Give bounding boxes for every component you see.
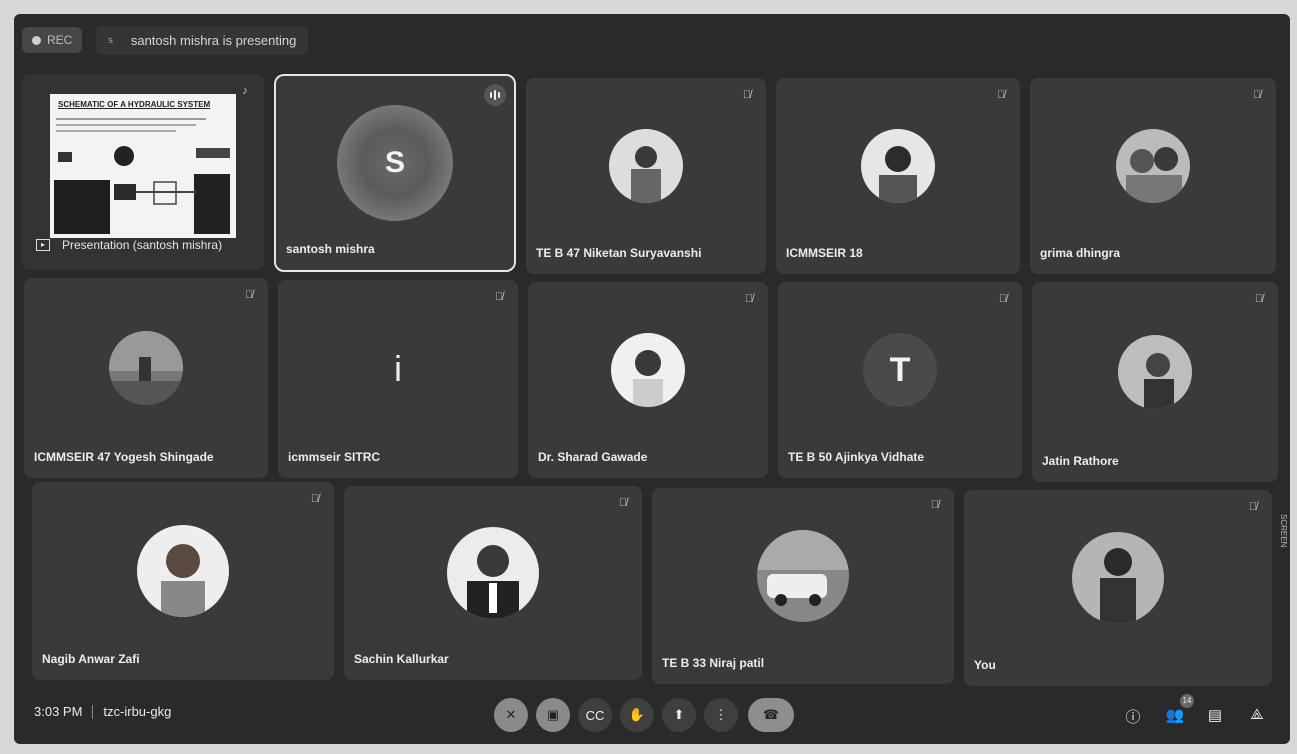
mic-off-icon: 🎙̸ bbox=[1248, 501, 1258, 513]
participant-tile[interactable]: 🎙̸ TE B 33 Niraj patil bbox=[652, 488, 954, 684]
recording-indicator: REC bbox=[22, 27, 83, 53]
people-icon: 👥 bbox=[1165, 707, 1185, 724]
avatar: T bbox=[863, 333, 937, 408]
participant-tile[interactable]: 🎙̸ ICMMSEIR 18 bbox=[776, 78, 1020, 274]
avatar bbox=[447, 527, 539, 620]
participant-name: Sachin Kallurkar bbox=[354, 652, 449, 666]
participant-name: TE B 33 Niraj patil bbox=[662, 656, 765, 670]
avatar bbox=[611, 333, 685, 408]
leave-call-button[interactable]: ☎ bbox=[748, 698, 794, 732]
top-bar: REC s santosh mishra is presenting bbox=[14, 14, 1290, 66]
hand-icon: ✋ bbox=[628, 707, 646, 722]
present-icon: ▸ bbox=[36, 239, 50, 251]
people-button[interactable]: 👥 14 bbox=[1164, 694, 1194, 724]
meeting-info: 3:03 PM tzc-irbu-gkg bbox=[34, 704, 171, 719]
participant-tile[interactable]: 🎙̸ You bbox=[964, 490, 1272, 686]
presentation-label-text: Presentation (santosh mishra) bbox=[62, 238, 223, 252]
record-dot-icon bbox=[32, 35, 41, 45]
mic-off-icon: 🎙̸ bbox=[494, 291, 504, 303]
avatar bbox=[757, 530, 849, 623]
speaking-indicator-icon bbox=[484, 84, 506, 106]
mic-off-icon: 🎙̸ bbox=[742, 89, 752, 101]
presentation-audio-icon: ♪ bbox=[242, 85, 248, 97]
mic-off-icon: 🎙̸ bbox=[930, 499, 940, 511]
chat-button[interactable]: ▤ bbox=[1204, 706, 1226, 724]
participant-tile[interactable]: 🎙̸ Nagib Anwar Zafi bbox=[32, 482, 334, 680]
presentation-slide: SCHEMATIC OF A HYDRAULIC SYSTEM bbox=[50, 94, 236, 238]
presentation-label: ▸ Presentation (santosh mishra) bbox=[36, 238, 222, 252]
presenter-mini-avatar: s bbox=[108, 35, 113, 45]
presenting-banner: s santosh mishra is presenting bbox=[96, 25, 309, 55]
meet-window: REC s santosh mishra is presenting ♪ SCH… bbox=[14, 14, 1290, 744]
mic-off-icon: ✕ bbox=[505, 707, 517, 722]
participant-tile[interactable]: S santosh mishra bbox=[274, 74, 516, 272]
participant-name: TE B 50 Ajinkya Vidhate bbox=[788, 450, 925, 464]
bottom-bar: 3:03 PM tzc-irbu-gkg ✕ ▣ CC ✋ ⬆ ⋮ ☎ ⓘ 👥 bbox=[14, 684, 1290, 744]
camera-off-icon: ▣ bbox=[546, 707, 560, 722]
mic-off-icon: 🎙̸ bbox=[744, 293, 754, 305]
hydraulic-schematic-image bbox=[54, 118, 230, 234]
avatar bbox=[1118, 335, 1192, 409]
mic-off-icon: 🎙̸ bbox=[998, 293, 1008, 305]
participant-name: ICMMSEIR 18 bbox=[786, 246, 863, 260]
people-count-badge: 14 bbox=[1180, 694, 1194, 708]
hang-up-icon: ☎ bbox=[762, 707, 780, 722]
captions-button[interactable]: CC bbox=[578, 698, 612, 732]
clock-time: 3:03 PM bbox=[34, 704, 83, 719]
present-screen-icon: ⬆ bbox=[673, 707, 685, 722]
avatar bbox=[137, 525, 229, 618]
participant-tile[interactable]: 🎙̸ Sachin Kallurkar bbox=[344, 486, 642, 680]
raise-hand-button[interactable]: ✋ bbox=[620, 698, 654, 732]
meeting-code: tzc-irbu-gkg bbox=[103, 704, 172, 719]
activities-button[interactable]: ⟁ bbox=[1246, 706, 1268, 723]
participant-name: Nagib Anwar Zafi bbox=[42, 652, 140, 666]
mic-off-icon: 🎙̸ bbox=[310, 493, 320, 505]
participant-tile[interactable]: 🎙̸ ICMMSEIR 47 Yogesh Shingade bbox=[24, 278, 268, 478]
mic-off-icon: 🎙̸ bbox=[996, 89, 1006, 101]
participant-tile[interactable]: 🎙̸ T TE B 50 Ajinkya Vidhate bbox=[778, 282, 1022, 478]
more-options-button[interactable]: ⋮ bbox=[704, 698, 738, 732]
activities-icon: ⟁ bbox=[1250, 706, 1264, 723]
mic-off-icon: 🎙̸ bbox=[244, 289, 254, 301]
camera-toggle-button[interactable]: ▣ bbox=[536, 698, 570, 732]
avatar bbox=[861, 129, 935, 204]
captions-icon: CC bbox=[585, 707, 605, 723]
mic-off-icon: 🎙̸ bbox=[618, 497, 628, 509]
participant-tile[interactable]: 🎙̸ Jatin Rathore bbox=[1032, 282, 1278, 482]
participant-name: Jatin Rathore bbox=[1042, 454, 1119, 468]
mic-off-icon: 🎙̸ bbox=[1252, 89, 1262, 101]
avatar bbox=[1116, 129, 1190, 204]
mic-toggle-button[interactable]: ✕ bbox=[494, 698, 528, 732]
participant-name: icmmseir SITRC bbox=[288, 450, 381, 464]
avatar: i bbox=[394, 348, 402, 390]
side-label: SCREEN bbox=[1279, 514, 1288, 548]
participant-name: santosh mishra bbox=[286, 242, 375, 256]
chat-icon: ▤ bbox=[1207, 707, 1223, 724]
avatar bbox=[609, 129, 683, 204]
participant-name: ICMMSEIR 47 Yogesh Shingade bbox=[34, 450, 214, 464]
avatar bbox=[109, 331, 183, 405]
presenting-text: santosh mishra is presenting bbox=[130, 32, 297, 48]
avatar bbox=[1072, 532, 1164, 625]
participant-tile[interactable]: 🎙̸ i icmmseir SITRC bbox=[278, 280, 518, 478]
more-vert-icon: ⋮ bbox=[714, 707, 728, 722]
participant-name: You bbox=[974, 658, 996, 672]
participant-tile[interactable]: 🎙̸ Dr. Sharad Gawade bbox=[528, 282, 768, 478]
avatar: S bbox=[337, 105, 453, 222]
divider bbox=[92, 704, 94, 719]
meeting-details-button[interactable]: ⓘ bbox=[1122, 706, 1144, 727]
participant-name: TE B 47 Niketan Suryavanshi bbox=[536, 246, 702, 260]
mic-off-icon: 🎙̸ bbox=[1254, 293, 1264, 305]
participant-name: grima dhingra bbox=[1040, 246, 1121, 260]
participant-name: Dr. Sharad Gawade bbox=[538, 450, 648, 464]
present-button[interactable]: ⬆ bbox=[662, 698, 696, 732]
participant-tile[interactable]: 🎙̸ grima dhingra bbox=[1030, 78, 1276, 274]
info-icon: ⓘ bbox=[1125, 709, 1141, 726]
rec-label: REC bbox=[47, 33, 73, 47]
presentation-tile[interactable]: ♪ SCHEMATIC OF A HYDRAULIC SYSTEM ▸ Pres… bbox=[22, 74, 264, 270]
participant-tile[interactable]: 🎙̸ TE B 47 Niketan Suryavanshi bbox=[526, 78, 766, 274]
